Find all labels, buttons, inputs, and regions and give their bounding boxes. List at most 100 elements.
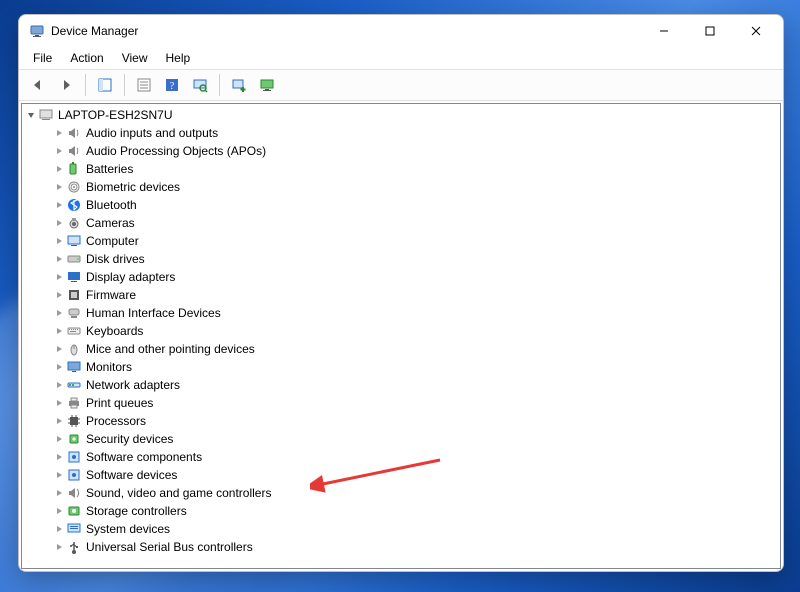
tree-item-label: Universal Serial Bus controllers [86,540,253,554]
tree-item[interactable]: Disk drives [22,250,780,268]
tree-item-label: Human Interface Devices [86,306,221,320]
tree-item-label: Sound, video and game controllers [86,486,271,500]
camera-icon [66,215,82,231]
tree-item-label: Mice and other pointing devices [86,342,255,356]
expand-icon[interactable] [52,237,66,245]
svg-text:?: ? [170,81,175,92]
toolbar: ? [19,69,783,101]
expand-icon[interactable] [52,345,66,353]
scan-hardware-button[interactable] [187,72,213,98]
expand-icon[interactable] [52,129,66,137]
printer-icon [66,395,82,411]
tree-item-label: System devices [86,522,170,536]
expand-icon[interactable] [52,255,66,263]
expand-icon[interactable] [52,309,66,317]
tree-item[interactable]: Security devices [22,430,780,448]
usb-icon [66,539,82,555]
tree-item-label: Batteries [86,162,133,176]
tree-item[interactable]: Sound, video and game controllers [22,484,780,502]
tree-item[interactable]: System devices [22,520,780,538]
tree-item[interactable]: Firmware [22,286,780,304]
app-icon [29,23,45,39]
add-legacy-hardware-button[interactable] [226,72,252,98]
software-icon [66,467,82,483]
security-icon [66,431,82,447]
expand-icon[interactable] [52,327,66,335]
sound-icon [66,485,82,501]
tree-item[interactable]: Software components [22,448,780,466]
tree-item-label: Keyboards [86,324,143,338]
expand-icon[interactable] [52,507,66,515]
collapse-icon[interactable] [24,111,38,119]
menu-help[interactable]: Help [158,49,199,67]
device-manager-window: Device Manager File Action View Help ? L… [18,14,784,572]
tree-item[interactable]: Storage controllers [22,502,780,520]
tree-item[interactable]: Biometric devices [22,178,780,196]
system-icon [66,521,82,537]
fingerprint-icon [66,179,82,195]
expand-icon[interactable] [52,489,66,497]
menu-file[interactable]: File [25,49,60,67]
tree-root[interactable]: LAPTOP-ESH2SN7U [22,106,780,124]
menu-action[interactable]: Action [62,49,111,67]
speaker-icon [66,125,82,141]
expand-icon[interactable] [52,147,66,155]
tree-item-label: Computer [86,234,139,248]
expand-icon[interactable] [52,381,66,389]
firmware-icon [66,287,82,303]
expand-icon[interactable] [52,417,66,425]
tree-item[interactable]: Bluetooth [22,196,780,214]
expand-icon[interactable] [52,165,66,173]
tree-item[interactable]: Human Interface Devices [22,304,780,322]
expand-icon[interactable] [52,273,66,281]
properties-button[interactable] [131,72,157,98]
expand-icon[interactable] [52,435,66,443]
tree-item[interactable]: Display adapters [22,268,780,286]
speaker-icon [66,143,82,159]
battery-icon [66,161,82,177]
tree-item-label: Software components [86,450,202,464]
tree-item[interactable]: Software devices [22,466,780,484]
expand-icon[interactable] [52,291,66,299]
tree-item-label: Monitors [86,360,132,374]
expand-icon[interactable] [52,453,66,461]
device-tree[interactable]: LAPTOP-ESH2SN7U Audio inputs and outputs… [21,103,781,569]
hid-icon [66,305,82,321]
tree-item[interactable]: Mice and other pointing devices [22,340,780,358]
tree-item-label: Audio Processing Objects (APOs) [86,144,266,158]
forward-button[interactable] [53,72,79,98]
disk-icon [66,251,82,267]
back-button[interactable] [25,72,51,98]
expand-icon[interactable] [52,399,66,407]
software-icon [66,449,82,465]
tree-item[interactable]: Network adapters [22,376,780,394]
tree-item[interactable]: Cameras [22,214,780,232]
expand-icon[interactable] [52,471,66,479]
tree-item[interactable]: Computer [22,232,780,250]
expand-icon[interactable] [52,543,66,551]
tree-item[interactable]: Keyboards [22,322,780,340]
monitor-icon [66,359,82,375]
tree-item[interactable]: Processors [22,412,780,430]
tree-item[interactable]: Universal Serial Bus controllers [22,538,780,556]
menu-view[interactable]: View [114,49,156,67]
tree-item[interactable]: Audio inputs and outputs [22,124,780,142]
storage-icon [66,503,82,519]
computer-icon [66,233,82,249]
expand-icon[interactable] [52,201,66,209]
expand-icon[interactable] [52,183,66,191]
help-button[interactable]: ? [159,72,185,98]
tree-item[interactable]: Batteries [22,160,780,178]
tree-item[interactable]: Monitors [22,358,780,376]
tree-item[interactable]: Audio Processing Objects (APOs) [22,142,780,160]
expand-icon[interactable] [52,363,66,371]
maximize-button[interactable] [687,16,733,46]
minimize-button[interactable] [641,16,687,46]
close-button[interactable] [733,16,779,46]
expand-icon[interactable] [52,525,66,533]
show-hide-console-tree-button[interactable] [92,72,118,98]
device-monitor-button[interactable] [254,72,280,98]
expand-icon[interactable] [52,219,66,227]
tree-item[interactable]: Print queues [22,394,780,412]
tree-item-label: Storage controllers [86,504,187,518]
